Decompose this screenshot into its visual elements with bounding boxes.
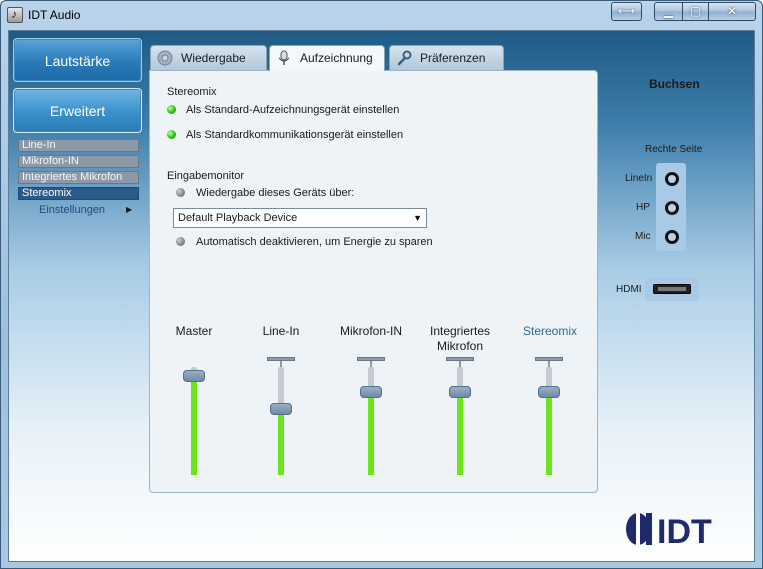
playback-device-select[interactable]: Default Playback Device ▼ [173,208,427,228]
led-green-icon [167,130,176,139]
tab-label: Aufzeichnung [300,51,373,65]
led-green-icon [167,105,176,114]
mixer-label-line-in: Line-In [262,324,300,338]
stereomix-section-title: Stereomix [167,86,217,98]
volume-level-fill [457,392,463,475]
tab-aufzeichnung[interactable]: Aufzeichnung [269,45,385,71]
device-item-stereomix[interactable]: Stereomix [18,187,139,200]
buchsen-title: Buchsen [649,77,700,91]
aufzeichnung-panel: Stereomix Als Standard-Aufzeichnungsgerä… [149,70,598,493]
volume-slider-knob[interactable] [360,386,382,398]
volume-level-fill [191,376,197,475]
volume-level-fill [278,409,284,475]
volume-slider-knob[interactable] [538,386,560,398]
device-item-integriertes-mikrofon[interactable]: Integriertes Mikrofon [18,171,139,184]
tab-praeferenzen[interactable]: Präferenzen [389,45,504,70]
mic-jack-icon[interactable] [665,230,679,244]
minimize-button[interactable]: ▁ [654,2,683,21]
volume-slider-knob[interactable] [449,386,471,398]
mixer-label-mikrofon-in: Mikrofon-IN [339,324,402,338]
headphone-jack-icon[interactable] [665,201,679,215]
app-icon [7,7,23,23]
volume-slider-track[interactable] [457,367,463,475]
close-button[interactable]: ✕ [708,2,756,21]
option-label: Automatisch deaktivieren, um Energie zu … [196,236,433,248]
chevron-right-icon[interactable]: ▶ [126,205,132,214]
window-title: IDT Audio [28,8,81,22]
rechte-seite-label: Rechte Seite [645,144,703,155]
app-window: IDT Audio ⟷ ▁ ▢ ✕ Lautstärke Erweitert L… [0,0,763,569]
volume-slider-knob[interactable] [270,403,292,415]
einstellungen-link[interactable]: Einstellungen [39,204,105,216]
select-value: Default Playback Device [178,212,298,224]
dropdown-arrow-icon: ▼ [413,213,422,223]
swap-view-button[interactable]: ⟷ [611,2,642,21]
tab-label: Wiedergabe [181,51,246,65]
tab-label: Präferenzen [420,51,486,65]
jack-panel [656,163,686,251]
hdmi-port-panel[interactable] [645,277,699,301]
lautstaerke-button[interactable]: Lautstärke [13,38,142,82]
option-label: Als Standardkommunikationsgerät einstell… [186,129,404,141]
option-label: Wiedergabe dieses Geräts über: [196,187,355,199]
volume-slider-knob[interactable] [183,370,205,382]
volume-slider-track[interactable] [546,367,552,475]
volume-level-fill [546,392,552,475]
microphone-icon [278,50,290,65]
mixer-label-integriertes-mikrofon: Integriertes Mikrofon [429,324,491,353]
volume-slider-track[interactable] [191,367,197,475]
mixer-label-master: Master [175,324,213,338]
volume-slider-track[interactable] [368,367,374,475]
jack-label-mic: Mic [635,231,651,242]
device-list: Line-In Mikrofon-IN Integriertes Mikrofo… [18,139,139,203]
wrench-icon [397,50,412,66]
mixer-label-stereomix: Stereomix [522,324,578,338]
device-item-line-in[interactable]: Line-In [18,139,139,152]
logo-text: IDT [657,513,712,549]
option-label: Als Standard-Aufzeichnungsgerät einstell… [186,104,400,116]
hdmi-label: HDMI [616,284,642,295]
jack-label-linein: LineIn [625,173,653,184]
tab-wiedergabe[interactable]: Wiedergabe [150,45,267,70]
client-area: Lautstärke Erweitert Line-In Mikrofon-IN… [8,30,755,562]
idt-logo: IDT [626,513,712,549]
erweitert-button[interactable]: Erweitert [13,88,142,133]
led-grey-icon [176,237,185,246]
jack-label-hp: HP [636,202,650,213]
title-bar[interactable]: IDT Audio ⟷ ▁ ▢ ✕ [1,1,762,29]
led-grey-icon [176,188,185,197]
speaker-icon [157,50,173,66]
volume-level-fill [368,392,374,475]
volume-slider-track[interactable] [278,367,284,475]
eingabemonitor-section-title: Eingabemonitor [167,170,245,182]
linein-jack-icon[interactable] [665,172,679,186]
maximize-button[interactable]: ▢ [682,2,709,21]
hdmi-port-icon [653,284,691,294]
device-item-mikrofon-in[interactable]: Mikrofon-IN [18,155,139,168]
